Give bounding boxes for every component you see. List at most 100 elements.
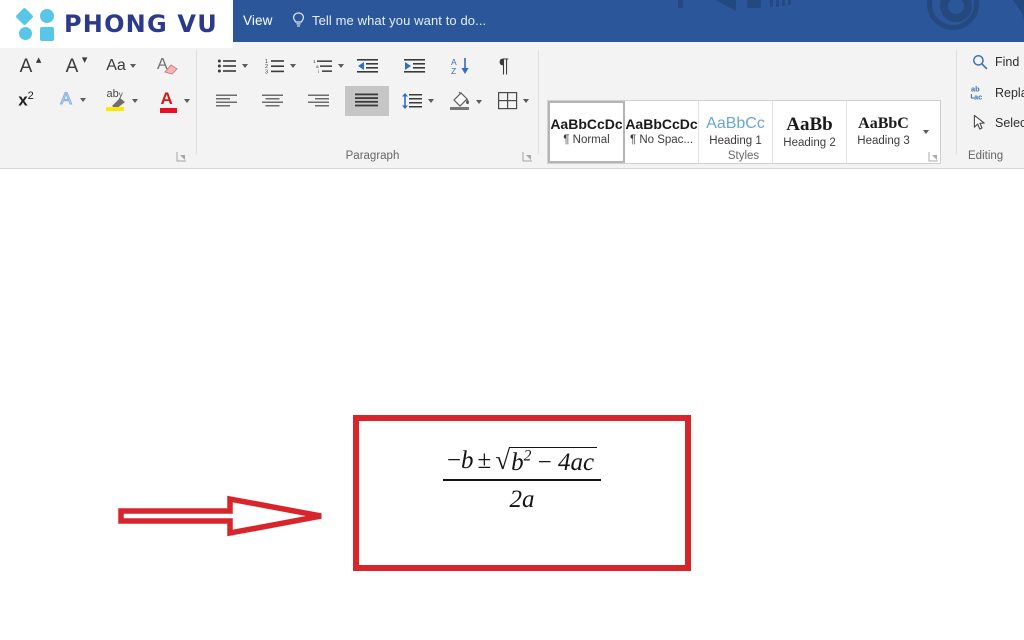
bullet-list-icon bbox=[217, 59, 236, 73]
logo-diamond-icon bbox=[15, 7, 34, 26]
titlebar-decoration-bar-6 bbox=[788, 0, 791, 5]
numerator-variable-b: b bbox=[461, 447, 474, 474]
fraction-numerator: − b ± √ b2 − 4ac bbox=[443, 447, 601, 479]
change-case-icon: Aa bbox=[106, 57, 126, 74]
replace-button[interactable]: ab ac Repla bbox=[970, 84, 1024, 101]
svg-text:A: A bbox=[60, 89, 72, 108]
word-document-screenshot: View Tell me what you want to do... A▴ bbox=[0, 0, 1024, 640]
justify-icon bbox=[355, 93, 378, 107]
style-preview: AaBb bbox=[786, 113, 833, 135]
ribbon-separator-2 bbox=[538, 50, 539, 154]
align-right-button[interactable] bbox=[302, 88, 336, 114]
style-preview: AaBbCcDc bbox=[550, 116, 623, 133]
style-label: Heading 1 bbox=[709, 135, 762, 148]
style-label: ¶ No Spac... bbox=[629, 134, 694, 147]
ribbon: A ▴ A ▾ Aa A x2 A aby A 1 2 3 1 a i A Z … bbox=[0, 42, 1024, 169]
style-label: ¶ Normal bbox=[563, 134, 610, 147]
increase-indent-button[interactable] bbox=[397, 52, 433, 80]
borders-button[interactable] bbox=[491, 88, 535, 114]
find-label: Find bbox=[995, 55, 1020, 69]
align-left-icon bbox=[216, 94, 237, 107]
borders-icon bbox=[497, 92, 517, 110]
superscript-icon: x2 bbox=[18, 90, 34, 110]
editing-group-label: Editing bbox=[968, 150, 1004, 162]
find-button[interactable]: Find bbox=[972, 54, 1019, 70]
decrease-indent-button[interactable] bbox=[350, 52, 386, 80]
multilevel-list-button[interactable]: 1 a i bbox=[306, 52, 350, 80]
paragraph-dialog-launcher[interactable] bbox=[522, 151, 533, 162]
superscript-button[interactable]: x2 bbox=[6, 86, 46, 114]
shading-button[interactable] bbox=[443, 88, 487, 116]
chevron-down-icon bbox=[337, 64, 344, 68]
grow-font-button[interactable]: A ▴ bbox=[6, 52, 46, 80]
titlebar-decoration-bar-4 bbox=[776, 0, 779, 7]
text-highlight-color-button[interactable]: aby bbox=[97, 86, 145, 116]
logo-circle-bottom-left-icon bbox=[19, 27, 32, 40]
titlebar-decoration-bar-1 bbox=[678, 0, 683, 8]
paragraph-group-label: Paragraph bbox=[345, 150, 400, 162]
titlebar-decoration-swoosh bbox=[1012, 0, 1024, 21]
increase-indent-icon bbox=[404, 59, 425, 73]
pilcrow-icon: ¶ bbox=[498, 55, 510, 77]
style-label: Heading 3 bbox=[857, 135, 910, 148]
bullets-button[interactable] bbox=[210, 52, 254, 80]
multilevel-list-icon: 1 a i bbox=[313, 59, 332, 74]
styles-dialog-launcher[interactable] bbox=[928, 151, 939, 162]
tab-view[interactable]: View bbox=[243, 13, 272, 28]
plus-minus-sign: ± bbox=[477, 447, 492, 474]
replace-label: Repla bbox=[995, 85, 1024, 100]
text-effects-button[interactable]: A bbox=[48, 86, 94, 114]
radicand-b: b bbox=[511, 449, 524, 476]
justify-button[interactable] bbox=[345, 86, 389, 116]
svg-text:i: i bbox=[318, 69, 319, 74]
font-color-icon: A bbox=[159, 89, 179, 113]
ribbon-separator-3 bbox=[956, 50, 957, 154]
style-preview: AaBbCcDc bbox=[625, 116, 698, 133]
numerator-minus-sign: − bbox=[446, 447, 462, 474]
decrease-indent-icon bbox=[357, 59, 378, 73]
shading-bucket-icon bbox=[449, 90, 471, 114]
phong-vu-logo: PHONG VU bbox=[0, 0, 233, 48]
numbered-list-icon: 1 2 3 bbox=[265, 59, 284, 74]
line-spacing-icon bbox=[401, 93, 422, 109]
titlebar-decoration-bar-3 bbox=[770, 0, 773, 7]
select-button[interactable]: Selec bbox=[972, 114, 1024, 131]
chevron-down-icon bbox=[427, 99, 434, 103]
numbering-button[interactable]: 1 2 3 bbox=[258, 52, 302, 80]
sort-button[interactable]: A Z bbox=[444, 52, 478, 80]
titlebar-decoration-bar-5 bbox=[782, 0, 785, 6]
radicand-exponent: 2 bbox=[523, 447, 532, 465]
change-case-button[interactable]: Aa bbox=[99, 52, 143, 80]
style-preview: AaBbC bbox=[858, 115, 909, 133]
tell-me-label: Tell me what you want to do... bbox=[312, 12, 487, 28]
radical-sign: √ bbox=[495, 445, 511, 475]
chevron-down-icon bbox=[475, 100, 482, 104]
replace-icon: ab ac bbox=[970, 85, 982, 101]
search-icon bbox=[973, 55, 988, 70]
shrink-font-icon: A ▾ bbox=[65, 53, 88, 77]
chevron-down-icon bbox=[522, 99, 529, 103]
highlight-icon: aby bbox=[105, 89, 127, 113]
clear-formatting-button[interactable]: A bbox=[150, 52, 186, 80]
logo-square-icon bbox=[40, 27, 54, 41]
equation[interactable]: − b ± √ b2 − 4ac 2a bbox=[359, 447, 685, 514]
font-color-button[interactable]: A bbox=[150, 86, 198, 116]
style-preview: AaBbCc bbox=[706, 115, 765, 133]
sort-az-icon: A Z bbox=[451, 57, 469, 75]
font-dialog-launcher[interactable] bbox=[176, 151, 187, 162]
line-spacing-button[interactable] bbox=[395, 88, 439, 114]
logo-shapes bbox=[15, 7, 62, 41]
svg-text:3: 3 bbox=[265, 69, 268, 74]
text-effects-icon: A bbox=[57, 88, 75, 113]
document-canvas[interactable]: − b ± √ b2 − 4ac 2a bbox=[0, 169, 1024, 640]
cursor-select-icon bbox=[973, 114, 985, 130]
clear-formatting-icon: A bbox=[156, 55, 180, 77]
fraction-denominator: 2a bbox=[509, 486, 535, 513]
chevron-down-icon bbox=[289, 64, 296, 68]
shrink-font-button[interactable]: A ▾ bbox=[52, 52, 92, 80]
show-formatting-marks-button[interactable]: ¶ bbox=[489, 52, 519, 80]
align-left-button[interactable] bbox=[210, 88, 244, 114]
align-center-button[interactable] bbox=[256, 88, 290, 114]
chevron-down-icon bbox=[79, 98, 86, 102]
tell-me-search[interactable]: Tell me what you want to do... bbox=[292, 12, 486, 28]
